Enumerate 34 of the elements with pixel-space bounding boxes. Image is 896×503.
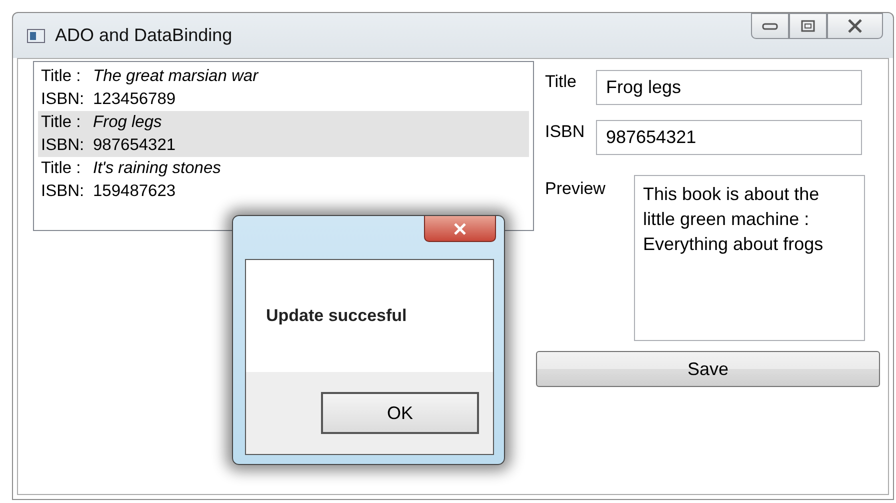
input-field[interactable]: 987654321 bbox=[596, 120, 862, 155]
title-label: Title : bbox=[41, 158, 82, 179]
close-icon bbox=[847, 19, 863, 33]
book-list-item[interactable]: Title : The great marsian war ISBN: 123456789 bbox=[38, 65, 529, 111]
dialog-message: Update succesful bbox=[266, 306, 407, 326]
isbn-label: ISBN: bbox=[41, 135, 86, 156]
book-isbn: 159487623 bbox=[93, 182, 176, 200]
isbn-label: ISBN: bbox=[41, 181, 86, 202]
book-isbn: 123456789 bbox=[93, 90, 176, 108]
book-list-item[interactable]: Title : It's raining stones ISBN: 159487623 bbox=[38, 157, 529, 203]
window-title: ADO and DataBinding bbox=[55, 25, 232, 46]
maximize-button[interactable] bbox=[789, 13, 827, 39]
ok-button[interactable]: OK bbox=[321, 392, 479, 434]
book-list-item[interactable]: Title : Frog legs ISBN: 987654321 bbox=[38, 111, 529, 157]
book-title: It's raining stones bbox=[93, 159, 221, 177]
minimize-button[interactable] bbox=[751, 13, 789, 39]
book-title: The great marsian war bbox=[93, 67, 258, 85]
title-label: Title : bbox=[41, 112, 82, 133]
window-icon bbox=[27, 28, 45, 42]
close-button[interactable] bbox=[424, 216, 496, 242]
input-field[interactable]: Frog legs bbox=[596, 70, 862, 105]
preview-field[interactable]: This book is about the little green machine : Everything about frogs bbox=[634, 175, 865, 341]
field-label: Preview bbox=[545, 178, 606, 200]
title-label: Title : bbox=[41, 66, 82, 87]
minimize-icon bbox=[762, 21, 778, 31]
close-icon bbox=[453, 222, 467, 234]
book-isbn: 987654321 bbox=[93, 136, 176, 154]
maximize-icon bbox=[801, 20, 815, 32]
close-button[interactable] bbox=[827, 13, 883, 39]
isbn-label: ISBN: bbox=[41, 89, 86, 110]
save-button[interactable]: Save bbox=[536, 351, 880, 387]
field-label: Title bbox=[545, 71, 578, 92]
field-label: ISBN bbox=[545, 121, 586, 142]
book-title: Frog legs bbox=[93, 113, 162, 131]
